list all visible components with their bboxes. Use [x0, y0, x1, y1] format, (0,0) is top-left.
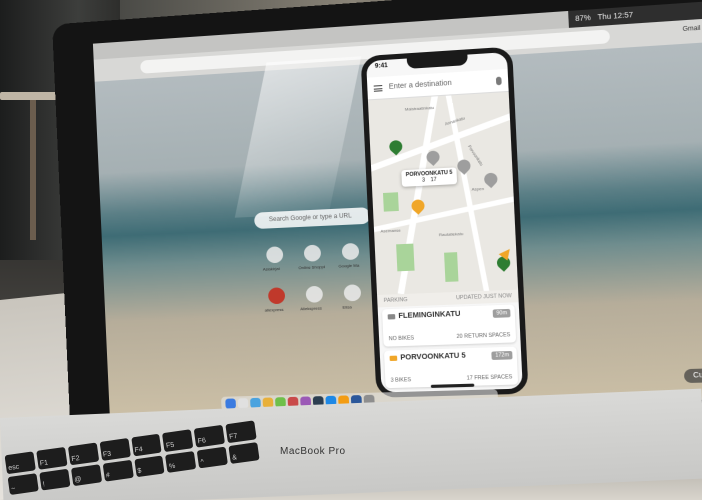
- bike-count: NO BIKES: [388, 335, 415, 343]
- customize-label: Customize: [693, 371, 702, 380]
- keyboard-key[interactable]: F2: [67, 442, 99, 465]
- microphone-icon[interactable]: [495, 76, 502, 85]
- battery-indicator: 87%: [575, 14, 592, 23]
- keyboard-key[interactable]: $: [133, 454, 165, 478]
- shortcut-tile[interactable]: [343, 284, 362, 302]
- keyboard-key[interactable]: F3: [99, 438, 131, 461]
- phone-status-time: 9:41: [374, 62, 388, 70]
- customize-button[interactable]: Customize: [683, 367, 702, 384]
- stool-leg: [30, 100, 36, 240]
- keyboard-key[interactable]: ^: [196, 446, 229, 469]
- map-road: [367, 107, 519, 174]
- keyboard-key[interactable]: !: [39, 468, 71, 491]
- street-label: Aspen: [471, 185, 485, 192]
- keyboard-key[interactable]: esc: [4, 451, 36, 474]
- destination-placeholder: Enter a destination: [388, 79, 452, 91]
- menubar-clock: Thu 12:57: [597, 11, 634, 22]
- map-park: [444, 252, 459, 282]
- distance-badge: 172m: [491, 350, 513, 360]
- callout-spaces: 17: [430, 176, 437, 184]
- laptop-screen: 87% Thu 12:57 Gmail Search Google or typ…: [92, 0, 702, 415]
- shortcut-tile[interactable]: [265, 246, 284, 264]
- phone-notch: [406, 52, 468, 69]
- shortcut-label: Aliekspress: [300, 305, 322, 312]
- iphone-simulator: 9:41 Enter a destination Maistraatinkatu…: [360, 46, 529, 398]
- station-callout[interactable]: PORVOONKATU 5 3 17: [401, 167, 458, 187]
- keyboard-key[interactable]: F6: [193, 424, 226, 448]
- map-view[interactable]: Maistraatinkatu Annankatu Porvoonkatu As…: [367, 91, 519, 295]
- shortcut-label: Google Ma: [338, 262, 360, 269]
- screen-reflection: [234, 56, 362, 218]
- shortcut-label: Asiakirjat: [262, 265, 280, 272]
- callout-bikes: 3: [421, 177, 426, 184]
- mac-menubar: 87% Thu 12:57: [568, 0, 702, 28]
- bike-count: 3 BIKES: [390, 377, 412, 384]
- space-count: 17 FREE SPACES: [466, 374, 513, 382]
- laptop-brand-label: MacBook Pro: [280, 446, 346, 457]
- keyboard-key[interactable]: F1: [36, 446, 68, 470]
- space-count: 20 RETURN SPACES: [456, 332, 511, 341]
- bike-icon: [389, 355, 398, 362]
- station-name: FLEMINGINKATU: [398, 310, 461, 321]
- bike-icon: [387, 314, 396, 320]
- shortcut-label: Elisa: [342, 304, 352, 310]
- station-card[interactable]: PORVOONKATU 5 172m 3 BIKES 17 FREE SPACE…: [383, 346, 519, 389]
- keyboard-key[interactable]: #: [102, 459, 134, 482]
- shortcut-label: Online Shoppi: [298, 263, 325, 271]
- shortcut-tile[interactable]: [303, 244, 322, 262]
- shortcut-label: aliexpress: [264, 306, 284, 313]
- gmail-link[interactable]: Gmail: [682, 26, 700, 34]
- keyboard-key[interactable]: ~: [7, 472, 39, 496]
- keyboard-key[interactable]: F4: [130, 433, 162, 456]
- distance-badge: 90m: [492, 308, 511, 318]
- keyboard-key[interactable]: %: [165, 450, 197, 473]
- shortcut-tile[interactable]: [305, 285, 324, 303]
- home-indicator: [430, 383, 475, 388]
- map-park: [382, 192, 399, 212]
- station-name: PORVOONKATU 5: [400, 352, 466, 362]
- search-placeholder: Search Google or type a URL: [268, 213, 352, 224]
- keyboard-key[interactable]: @: [70, 463, 102, 487]
- keyboard-key[interactable]: &: [228, 441, 260, 464]
- menu-icon[interactable]: [373, 84, 383, 92]
- station-card[interactable]: FLEMINGINKATU 90m NO BIKES 20 RETURN SPA…: [382, 304, 517, 347]
- keyboard-key[interactable]: F5: [162, 429, 194, 452]
- street-label: Asemanse: [380, 227, 401, 234]
- map-park: [396, 243, 415, 272]
- street-label: Rautatiekatu: [438, 230, 464, 238]
- shortcut-tile[interactable]: [341, 242, 360, 261]
- list-updated-status: UPDATED JUST NOW: [455, 293, 512, 302]
- list-header-title: PARKING: [383, 296, 408, 305]
- bike-station-pin[interactable]: [481, 170, 501, 189]
- keyboard-key[interactable]: F7: [225, 420, 257, 443]
- shortcut-tile[interactable]: [267, 287, 286, 305]
